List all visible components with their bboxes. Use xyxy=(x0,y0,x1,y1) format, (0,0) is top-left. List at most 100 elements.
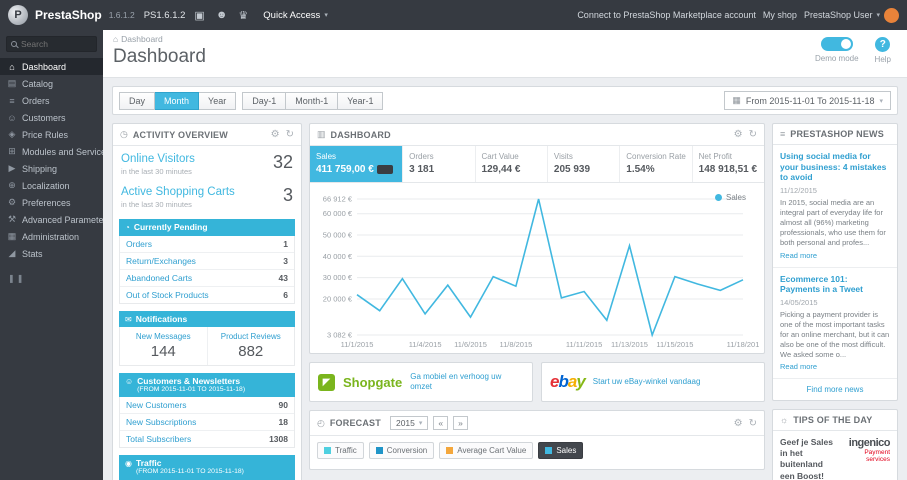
kpi-visits[interactable]: Visits 205 939 xyxy=(546,146,619,182)
ebay-ad[interactable]: ebay Start uw eBay-winkel vandaag xyxy=(541,362,765,402)
total-subscribers-row[interactable]: Total Subscribers 1308 xyxy=(120,431,294,447)
new-subscriptions-row[interactable]: New Subscriptions 18 xyxy=(120,414,294,432)
refresh-icon[interactable]: ↻ xyxy=(749,129,757,140)
range-day-1-button[interactable]: Day-1 xyxy=(242,91,287,110)
kpi-cart-value[interactable]: Cart Value 129,44 € xyxy=(474,146,547,182)
shopgate-link[interactable]: Ga mobiel en verhoog uw omzet xyxy=(410,372,524,391)
pending-orders-row[interactable]: Orders 1 xyxy=(120,236,294,253)
sidebar-search[interactable] xyxy=(6,36,97,52)
chevron-down-icon: ▾ xyxy=(876,12,880,19)
range-month-button[interactable]: Month xyxy=(155,91,200,110)
svg-text:11/6/2015: 11/6/2015 xyxy=(454,340,487,349)
sidebar-item-localization[interactable]: ⊕ Localization xyxy=(0,177,103,194)
traffic-title: Traffic (FROM 2015-11-01 TO 2015-11-18) xyxy=(135,458,244,476)
sidebar-item-label: Catalog xyxy=(22,78,54,89)
shop-name-link[interactable]: PS1.6.1.2 xyxy=(144,10,186,21)
activity-panel-actions: ⚙ ↻ xyxy=(271,129,294,140)
my-shop-link[interactable]: My shop xyxy=(763,10,797,20)
demo-mode-toggle[interactable] xyxy=(820,37,853,51)
sidebar-item-customers[interactable]: ☺ Customers xyxy=(0,109,103,126)
gear-icon[interactable]: ⚙ xyxy=(734,129,743,140)
user-menu[interactable]: PrestaShop User ▾ xyxy=(804,7,899,23)
help-button[interactable]: ? xyxy=(875,37,891,52)
kpi-orders[interactable]: Orders 3 181 xyxy=(402,146,474,182)
person-icon[interactable]: ☻ xyxy=(214,9,230,21)
svg-text:60 000 €: 60 000 € xyxy=(323,209,353,218)
sidebar-item-stats[interactable]: ◢ Stats xyxy=(0,245,103,262)
new-customers-row[interactable]: New Customers 90 xyxy=(120,397,294,415)
forecast-conversion-toggle[interactable]: Conversion xyxy=(368,442,435,459)
forecast-panel-header: ◴ FORECAST 2015 ▾ « » ⚙ ↻ xyxy=(310,411,764,436)
date-range-picker[interactable]: ▦ From 2015-11-01 To 2015-11-18 ▾ xyxy=(724,91,891,110)
pending-abandoned-carts-row[interactable]: Abandoned Carts 43 xyxy=(120,270,294,287)
gear-icon[interactable]: ⚙ xyxy=(271,129,280,140)
dashboard-panel: ▥ DASHBOARD ⚙ ↻ Sales 411 759,00 € Order… xyxy=(309,123,765,354)
sidebar-item-price-rules[interactable]: ◈ Price Rules xyxy=(0,126,103,143)
ingenico-brand: ingenico xyxy=(848,437,891,450)
help-label: Help xyxy=(874,55,891,64)
dashboard-panel-header: ▥ DASHBOARD ⚙ ↻ xyxy=(310,124,764,146)
marketplace-link[interactable]: Connect to PrestaShop Marketplace accoun… xyxy=(577,10,756,20)
forecast-traffic-toggle[interactable]: Traffic xyxy=(317,442,364,459)
find-more-news-link[interactable]: Find more news xyxy=(773,379,897,400)
forecast-year-select[interactable]: 2015 ▾ xyxy=(389,416,429,430)
calendar-icon: ▦ xyxy=(732,95,741,105)
cart-icon[interactable]: ▣ xyxy=(192,9,206,22)
sidebar-item-preferences[interactable]: ⚙ Preferences xyxy=(0,194,103,211)
kpi-conversion-rate[interactable]: Conversion Rate 1.54% xyxy=(619,146,691,182)
sidebar-item-advanced-parameters[interactable]: ⚒ Advanced Parameters xyxy=(0,211,103,228)
online-visitors-row[interactable]: Online Visitors in the last 30 minutes 3… xyxy=(113,146,301,179)
range-day-button[interactable]: Day xyxy=(119,91,156,110)
active-carts-label: Active Shopping Carts xyxy=(121,186,235,199)
forecast-prev-button[interactable]: « xyxy=(433,416,449,430)
ebay-link[interactable]: Start uw eBay-winkel vandaag xyxy=(593,377,701,387)
pending-out-of-stock-row[interactable]: Out of Stock Products 6 xyxy=(120,287,294,303)
active-carts-row[interactable]: Active Shopping Carts in the last 30 min… xyxy=(113,179,301,212)
kpi-sales[interactable]: Sales 411 759,00 € xyxy=(310,146,403,182)
refresh-icon[interactable]: ↻ xyxy=(749,418,757,429)
news-headline-link[interactable]: Ecommerce 101: Payments in a Tweet xyxy=(780,274,890,295)
trophy-icon[interactable]: ♛ xyxy=(236,9,250,22)
sidebar-item-modules[interactable]: ⊞ Modules and Services xyxy=(0,143,103,160)
news-headline-link[interactable]: Using social media for your business: 4 … xyxy=(780,151,890,183)
customers-newsletters-title: Customers & Newsletters (FROM 2015-11-01 … xyxy=(137,375,246,393)
forecast-sales-toggle[interactable]: Sales xyxy=(538,442,584,459)
chart-legend[interactable]: Sales xyxy=(714,193,746,202)
prestashop-news-panel: ≡ PRESTASHOP NEWS Using social media for… xyxy=(772,123,898,402)
sidebar-item-administration[interactable]: ▦ Administration xyxy=(0,228,103,245)
kpi-net-profit[interactable]: Net Profit 148 918,51 € xyxy=(691,146,764,182)
sidebar-item-shipping[interactable]: ▶ Shipping xyxy=(0,160,103,177)
range-year-button[interactable]: Year xyxy=(199,91,237,110)
brand-version: 1.6.1.2 xyxy=(108,10,135,20)
search-input[interactable] xyxy=(21,39,93,49)
news-panel-title: PRESTASHOP NEWS xyxy=(790,129,884,139)
refresh-icon[interactable]: ↻ xyxy=(286,129,294,140)
currently-pending-title: Currently Pending xyxy=(133,222,208,233)
quick-access-menu[interactable]: Quick Access ▾ xyxy=(257,10,334,21)
read-more-link[interactable]: Read more xyxy=(780,362,817,371)
sidebar-item-label: Shipping xyxy=(22,163,58,174)
demo-mode-control: Demo mode xyxy=(815,37,859,64)
forecast-next-button[interactable]: » xyxy=(453,416,468,430)
activity-overview-panel: ◷ ACTIVITY OVERVIEW ⚙ ↻ Online Visitors … xyxy=(112,123,302,480)
sidebar-item-orders[interactable]: ≡ Orders xyxy=(0,92,103,109)
product-reviews-cell[interactable]: Product Reviews 882 xyxy=(206,326,295,365)
range-year-1-button[interactable]: Year-1 xyxy=(338,91,384,110)
price-rules-icon: ◈ xyxy=(8,129,16,139)
range-month-1-button[interactable]: Month-1 xyxy=(286,91,339,110)
new-messages-cell[interactable]: New Messages 144 xyxy=(120,327,207,365)
sidebar: ⌂ Dashboard ▤ Catalog ≡ Orders ☺ Customers ◈… xyxy=(0,30,103,480)
shopgate-ad[interactable]: ◤ Shopgate Ga mobiel en verhoog uw omzet xyxy=(309,362,533,402)
sidebar-item-label: Price Rules xyxy=(22,129,69,140)
sidebar-item-dashboard[interactable]: ⌂ Dashboard xyxy=(0,58,103,75)
forecast-avg-cart-value-toggle[interactable]: Average Cart Value xyxy=(439,442,534,459)
sidebar-collapse-button[interactable]: ❚❚ xyxy=(8,274,103,283)
gear-icon[interactable]: ⚙ xyxy=(734,418,743,429)
tips-icon: ☼ xyxy=(780,415,789,426)
pending-returns-row[interactable]: Return/Exchanges 3 xyxy=(120,253,294,270)
sidebar-item-catalog[interactable]: ▤ Catalog xyxy=(0,75,103,92)
dashboard-panel-icon: ▥ xyxy=(317,129,326,139)
notifications-title: Notifications xyxy=(135,313,188,324)
sidebar-item-label: Localization xyxy=(22,180,70,191)
read-more-link[interactable]: Read more xyxy=(780,251,817,260)
